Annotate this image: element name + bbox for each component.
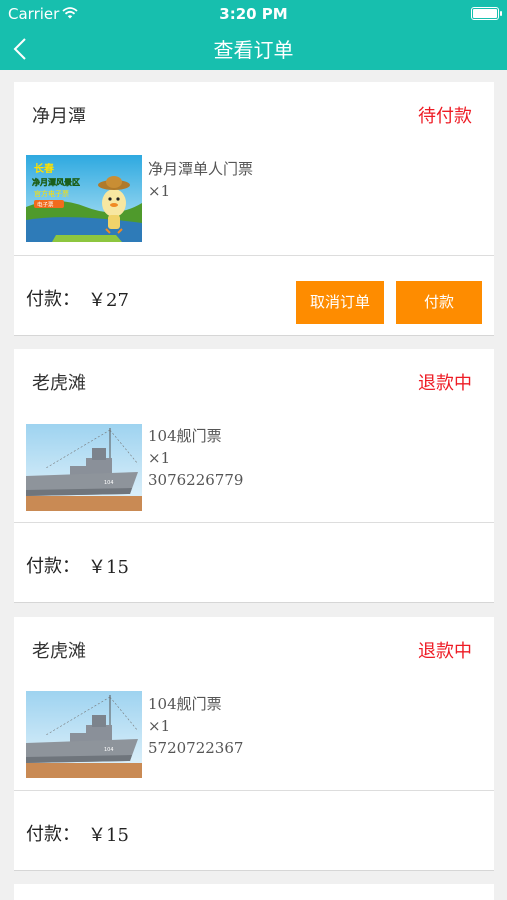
payment-amount: ￥15 [88,825,129,846]
payment-label: 付款： [26,556,80,577]
ticket-thumbnail: 长春 净月潭风景区 官方电子票 电子票 [26,155,142,242]
order-card[interactable]: 老虎滩 退款中 104 [14,349,494,603]
order-summary: 老虎滩 退款中 104 [14,349,494,523]
poster-badge: 电子票 [37,201,54,209]
order-summary: 老虎滩 退款中 104 [14,617,494,791]
pay-button[interactable]: 付款 [396,281,482,324]
battery-icon [471,7,502,20]
clock: 3:20 PM [219,5,288,23]
item-quantity: ×1 [148,182,171,200]
warship-photo: 104 [26,691,142,778]
poster-line-1: 长春 [34,162,54,175]
payment-row: 付款： ￥15 [14,524,494,604]
payment-amount: ￥27 [88,290,129,311]
order-status: 退款中 [418,641,472,662]
warship-photo: 104 [26,424,142,511]
payment-amount: ￥15 [88,557,129,578]
item-details: 104舰门票 ×1 5720722367 [148,693,243,759]
order-card[interactable]: 净月潭 待付款 长春 净月潭风景区 官方电子票 电子票 净月潭单人门票 ×1 付… [14,82,494,336]
order-status: 待付款 [418,106,472,127]
item-name: 104舰门票 [148,695,222,713]
place-name: 老虎滩 [32,373,86,394]
item-details: 净月潭单人门票 ×1 [148,158,253,202]
item-name: 净月潭单人门票 [148,160,254,178]
item-quantity: ×1 [148,717,171,735]
ticket-thumbnail: 104 [26,691,142,778]
cancel-order-button[interactable]: 取消订单 [296,281,384,324]
poster-line-2: 净月潭风景区 [32,177,80,187]
nav-bar: 查看订单 [0,28,507,70]
item-name: 104舰门票 [148,427,222,445]
header: Carrier 3:20 PM 查看订单 [0,0,507,70]
hull-number: 104 [104,480,114,486]
status-bar: Carrier 3:20 PM [0,0,507,28]
payment-label: 付款： [26,289,80,310]
place-name: 净月潭 [32,106,86,127]
place-name: 老虎滩 [32,641,86,662]
payment-label: 付款： [26,824,80,845]
promo-poster-image: 长春 净月潭风景区 官方电子票 电子票 [26,155,142,242]
order-card-partial[interactable] [14,884,494,900]
payment-row: 付款： ￥27 取消订单 付款 [14,257,494,337]
order-number: 3076226779 [148,471,244,489]
hull-number: 104 [104,747,114,753]
page-title: 查看订单 [213,38,294,62]
order-status: 退款中 [418,373,472,394]
order-summary: 净月潭 待付款 长春 净月潭风景区 官方电子票 电子票 净月潭单人门票 ×1 [14,82,494,256]
order-number: 5720722367 [148,739,244,757]
ticket-thumbnail: 104 [26,424,142,511]
order-card[interactable]: 老虎滩 退款中 104 [14,617,494,871]
item-details: 104舰门票 ×1 3076226779 [148,425,243,491]
payment-row: 付款： ￥15 [14,792,494,872]
poster-line-3: 官方电子票 [34,189,69,198]
item-quantity: ×1 [148,449,171,467]
